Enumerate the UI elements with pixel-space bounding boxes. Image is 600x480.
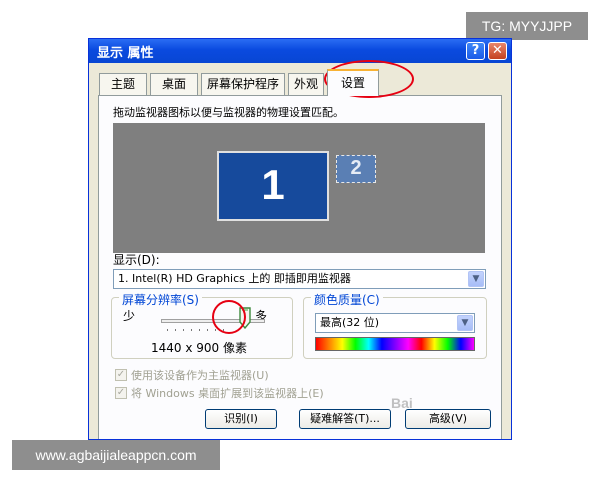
resolution-less-label: 少 bbox=[123, 309, 136, 323]
slider-tick bbox=[199, 329, 200, 331]
watermark-top-right: TG: MYYJJPP bbox=[466, 12, 588, 40]
color-quality-label: 颜色质量(C) bbox=[311, 291, 383, 308]
annotation-circle-slider bbox=[212, 300, 246, 334]
primary-monitor-checkbox[interactable]: ✓ bbox=[115, 369, 127, 381]
instruction-text: 拖动监视器图标以便与监视器的物理设置匹配。 bbox=[113, 106, 344, 119]
identify-button[interactable]: 识别(I) bbox=[205, 409, 277, 429]
chevron-down-icon[interactable]: ▼ bbox=[457, 315, 473, 331]
extend-desktop-label: 将 Windows 桌面扩展到该监视器上(E) bbox=[131, 387, 324, 400]
tab-themes[interactable]: 主题 bbox=[99, 73, 147, 95]
title-bar[interactable]: 显示 属性 ? ✕ bbox=[89, 39, 511, 63]
display-label: 显示(D): bbox=[113, 253, 160, 267]
tab-screensaver[interactable]: 屏幕保护程序 bbox=[201, 73, 285, 95]
window-title: 显示 属性 bbox=[97, 46, 154, 61]
chevron-down-icon[interactable]: ▼ bbox=[468, 271, 484, 287]
extend-desktop-checkbox[interactable]: ✓ bbox=[115, 387, 127, 399]
resolution-value: 1440 x 900 像素 bbox=[151, 341, 247, 355]
monitor-1-icon[interactable]: 1 bbox=[217, 151, 329, 221]
resolution-label: 屏幕分辨率(S) bbox=[119, 291, 202, 308]
color-spectrum-bar bbox=[315, 337, 475, 351]
display-properties-window: 显示 属性 ? ✕ 主题 桌面 屏幕保护程序 外观 设置 拖动监视器图标以便与监… bbox=[88, 38, 512, 440]
primary-monitor-label: 使用该设备作为主监视器(U) bbox=[131, 369, 269, 382]
tab-appearance[interactable]: 外观 bbox=[288, 73, 324, 95]
color-quality-select[interactable]: 最高(32 位) bbox=[315, 313, 475, 333]
slider-tick bbox=[175, 329, 176, 331]
close-button[interactable]: ✕ bbox=[488, 42, 507, 60]
monitor-2-icon[interactable]: 2 bbox=[336, 155, 376, 183]
watermark-bottom-left: www.agbaijialeappcn.com bbox=[12, 440, 220, 470]
color-quality-value: 最高(32 位) bbox=[320, 316, 380, 329]
slider-tick bbox=[215, 329, 216, 331]
slider-tick bbox=[207, 329, 208, 331]
display-select[interactable]: 1. Intel(R) HD Graphics 上的 即插即用监视器 bbox=[113, 269, 486, 289]
slider-tick bbox=[167, 329, 168, 331]
overlay-watermark: Bai bbox=[391, 395, 413, 411]
advanced-button[interactable]: 高级(V) bbox=[405, 409, 491, 429]
troubleshoot-button[interactable]: 疑难解答(T)... bbox=[299, 409, 391, 429]
tab-desktop[interactable]: 桌面 bbox=[150, 73, 198, 95]
tab-settings[interactable]: 设置 bbox=[327, 69, 379, 96]
help-button[interactable]: ? bbox=[466, 42, 485, 60]
display-select-value: 1. Intel(R) HD Graphics 上的 即插即用监视器 bbox=[118, 272, 351, 285]
slider-tick bbox=[183, 329, 184, 331]
slider-tick bbox=[191, 329, 192, 331]
